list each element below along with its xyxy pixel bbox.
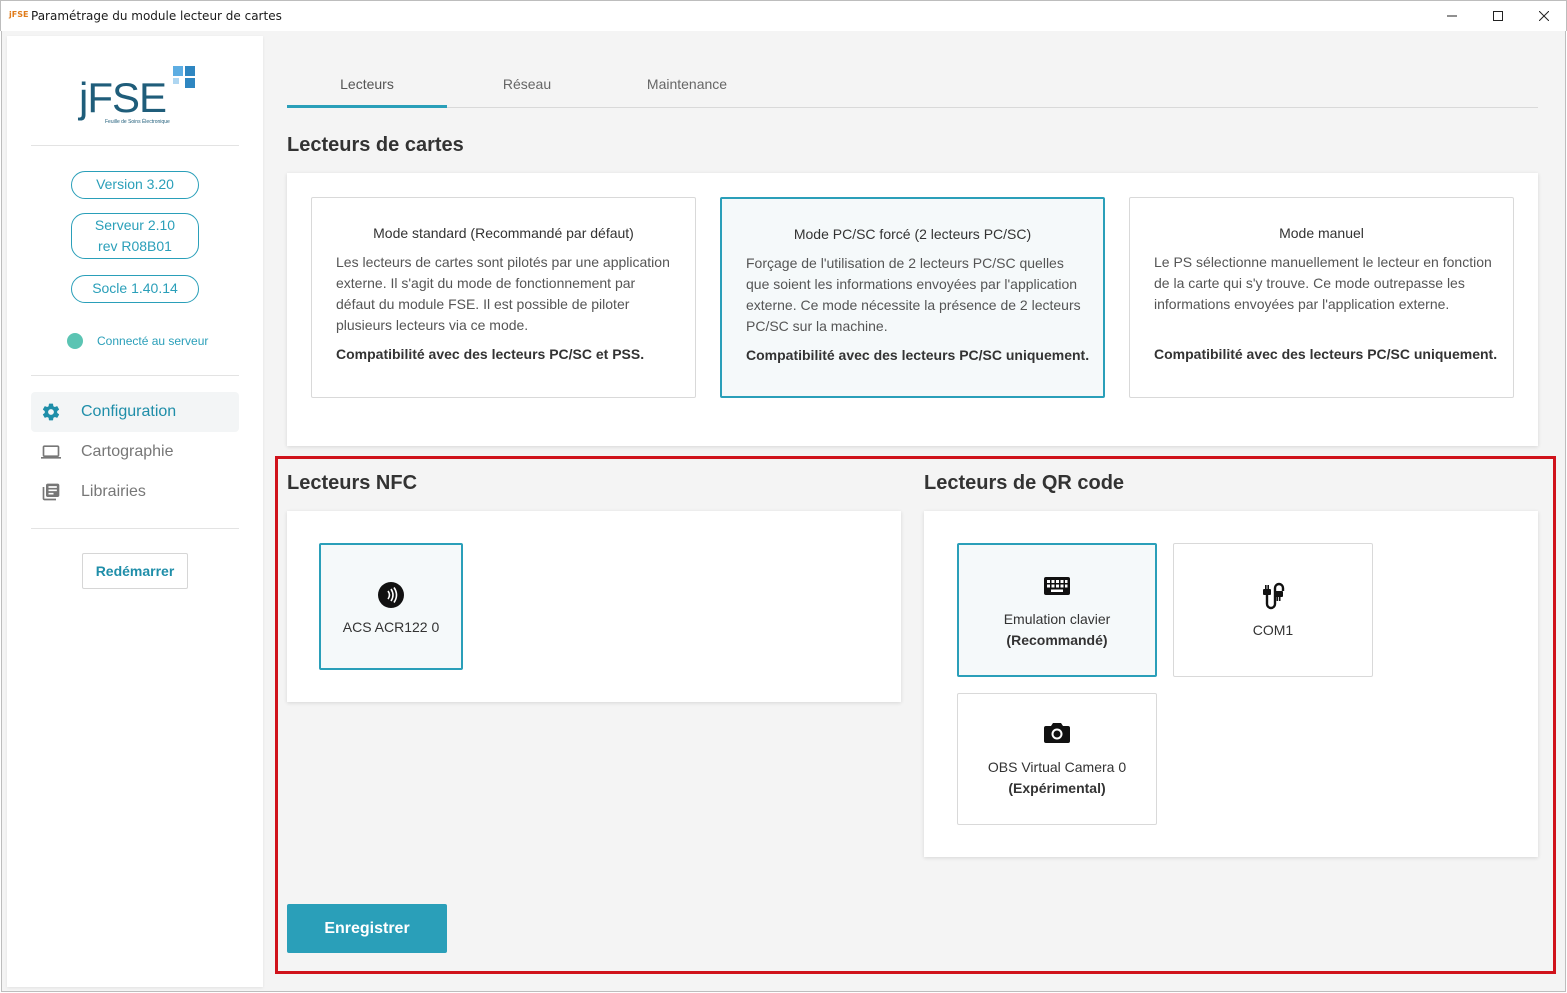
mode-pcsc-card[interactable]: Mode PC/SC forcé (2 lecteurs PC/SC) Forç… <box>720 197 1105 398</box>
server-badge: Serveur 2.10 rev R08B01 <box>71 213 199 259</box>
highlight-box <box>275 456 1556 974</box>
logo-square <box>185 66 195 76</box>
jfse-logo: jFSE Feuille de Soins Électronique <box>79 66 209 126</box>
card-readers-panel: Mode standard (Recommandé par défaut) Le… <box>287 173 1538 446</box>
close-button[interactable] <box>1521 1 1567 31</box>
connection-status-dot <box>67 333 83 349</box>
logo-square <box>173 78 179 84</box>
mode-description: Les lecteurs de cartes sont pilotés par … <box>336 254 670 333</box>
restart-button[interactable]: Redémarrer <box>82 553 188 589</box>
active-tab-indicator <box>287 105 447 108</box>
card-readers-title: Lecteurs de cartes <box>287 134 464 156</box>
laptop-icon <box>41 445 61 459</box>
title-bar: jFSE Paramétrage du module lecteur de ca… <box>0 0 1567 31</box>
mode-manual-card[interactable]: Mode manuel Le PS sélectionne manuelleme… <box>1129 197 1514 398</box>
mode-compat: Compatibilité avec des lecteurs PC/SC un… <box>1154 346 1498 362</box>
logo-subtitle: Feuille de Soins Électronique <box>105 119 170 125</box>
connection-status: Connecté au serveur <box>97 334 209 348</box>
nav-label: Cartographie <box>81 443 174 460</box>
mode-compat: Compatibilité avec des lecteurs PC/SC un… <box>746 347 1090 363</box>
gear-icon <box>42 403 60 421</box>
mode-compat: Compatibilité avec des lecteurs PC/SC et… <box>336 346 645 362</box>
nav-configuration[interactable]: Configuration <box>31 392 239 432</box>
nav-cartographie[interactable]: Cartographie <box>31 432 239 472</box>
tab-lecteurs[interactable]: Lecteurs <box>287 75 447 93</box>
nav-label: Configuration <box>81 403 177 420</box>
mode-description: Le PS sélectionne manuellement le lecteu… <box>1154 254 1492 312</box>
app-window: jFSE Feuille de Soins Électronique Versi… <box>1 31 1566 992</box>
maximize-button[interactable] <box>1475 1 1521 31</box>
logo-text: jFSE <box>79 74 167 121</box>
socle-badge: Socle 1.40.14 <box>71 275 199 303</box>
nav-librairies[interactable]: Librairies <box>31 472 239 512</box>
tab-reseau[interactable]: Réseau <box>447 75 607 93</box>
mode-title: Mode PC/SC forcé (2 lecteurs PC/SC) <box>793 226 1032 242</box>
tab-bar-line <box>287 107 1538 108</box>
divider <box>31 528 239 529</box>
version-badge: Version 3.20 <box>71 171 199 199</box>
logo-square <box>173 66 183 76</box>
library-icon <box>42 483 60 501</box>
close-icon <box>1539 11 1549 21</box>
divider <box>31 375 239 376</box>
mode-title: Mode standard (Recommandé par défaut) <box>373 225 634 241</box>
minimize-icon <box>1447 15 1457 17</box>
nav-label: Librairies <box>81 483 146 500</box>
mode-title: Mode manuel <box>1279 225 1364 241</box>
mode-standard-card[interactable]: Mode standard (Recommandé par défaut) Le… <box>311 197 696 398</box>
tab-maintenance[interactable]: Maintenance <box>607 75 767 93</box>
maximize-icon <box>1493 11 1503 21</box>
sidebar: jFSE Feuille de Soins Électronique Versi… <box>7 36 263 987</box>
minimize-button[interactable] <box>1429 1 1475 31</box>
logo-square <box>185 78 195 88</box>
app-icon: jFSE <box>9 10 29 19</box>
mode-description: Forçage de l'utilisation de 2 lecteurs P… <box>746 255 1081 334</box>
window-title: Paramétrage du module lecteur de cartes <box>31 9 282 23</box>
divider <box>31 145 239 146</box>
